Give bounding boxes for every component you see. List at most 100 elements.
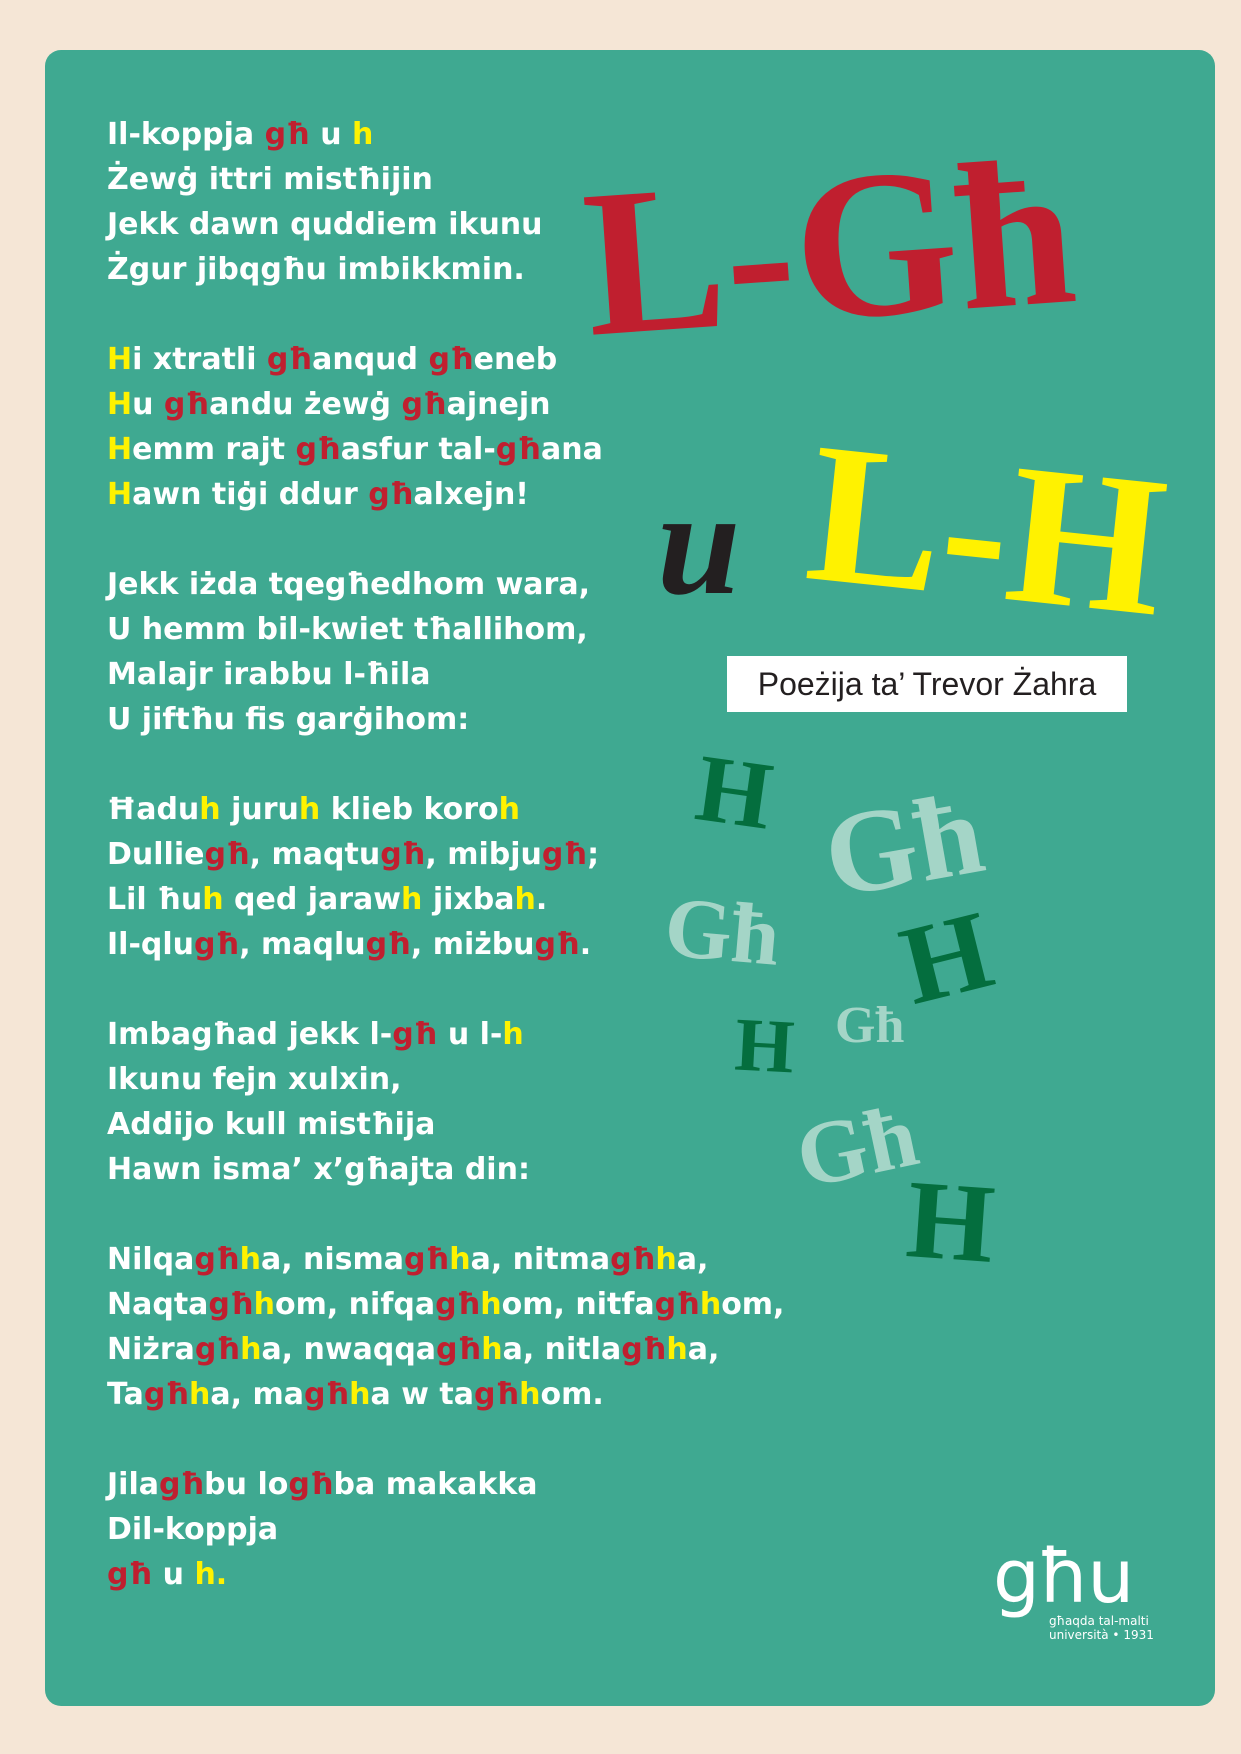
author-label: Poeżija ta’ Trevor Żahra bbox=[727, 656, 1127, 712]
poem-line: Tagħha, magħha w tagħhom. bbox=[107, 1372, 784, 1417]
decorative-letter-h: H bbox=[902, 1157, 999, 1287]
gh-letters: għ bbox=[534, 927, 580, 962]
h-letter: h bbox=[352, 117, 374, 152]
poem-text: a, nwaqqa bbox=[261, 1332, 437, 1367]
poem-text: om. bbox=[540, 1377, 604, 1412]
poem-text: a, bbox=[676, 1242, 709, 1277]
poem-text: anqud bbox=[312, 342, 429, 377]
gh-letters: għ bbox=[610, 1242, 656, 1277]
h-letter: h bbox=[253, 1287, 275, 1322]
poem-text: Naqta bbox=[107, 1287, 209, 1322]
h-letter: h bbox=[655, 1242, 677, 1277]
gh-letters: għ bbox=[435, 1287, 481, 1322]
poem-line: Addijo kull mistħija bbox=[107, 1102, 784, 1147]
title-gh: L-Għ bbox=[576, 115, 1083, 381]
gh-letters: għ bbox=[204, 837, 250, 872]
h-letter: h bbox=[449, 1242, 471, 1277]
decorative-letter-gh: Għ bbox=[787, 1085, 926, 1208]
poem-text: , miżbu bbox=[410, 927, 535, 962]
gh-letters: għ bbox=[303, 1377, 350, 1412]
gh-letters: għ bbox=[194, 1242, 240, 1277]
gh-letters: għ bbox=[654, 1287, 700, 1322]
poem-text: ana bbox=[540, 432, 603, 467]
poem-text: ba makakka bbox=[333, 1467, 538, 1502]
poem-text: andu żewġ bbox=[209, 387, 402, 422]
poem-stanza: Nilqagħha, nismagħha, nitmagħha, Naqtagħh… bbox=[107, 1237, 784, 1417]
poem-text: Lil ħu bbox=[107, 882, 203, 917]
poster-card: Il-koppja għ u h Żewġ ittri mistħijin Jekk… bbox=[45, 50, 1215, 1706]
h-letter: h bbox=[514, 882, 536, 917]
poem-text: om, nitfa bbox=[501, 1287, 655, 1322]
h-letter: h bbox=[189, 1377, 211, 1412]
poem-text: Jekk iżda tqegħedhom wara, bbox=[107, 567, 590, 602]
h-letter: h bbox=[298, 792, 321, 827]
poem-text: ajnejn bbox=[446, 387, 551, 422]
h-letter: h bbox=[240, 1332, 262, 1367]
gh-letters: għ bbox=[621, 1332, 667, 1367]
poem-text: a w ta bbox=[370, 1377, 474, 1412]
poem-text: alxejn! bbox=[413, 477, 529, 512]
decorative-letter-h: H bbox=[889, 887, 1004, 1029]
poem-text: i xtratli bbox=[132, 342, 267, 377]
gh-letters: għ bbox=[295, 432, 341, 467]
poem-text: Jila bbox=[107, 1467, 159, 1502]
poem-line: Jilagħbu logħba makakka bbox=[107, 1462, 784, 1507]
poem-text: Dullie bbox=[107, 837, 205, 872]
h-letter: H bbox=[107, 432, 133, 467]
poem-line: għ u h. bbox=[107, 1552, 784, 1597]
decorative-letter-h: H bbox=[732, 1002, 797, 1090]
poem-text: asfur tal- bbox=[340, 432, 496, 467]
gh-letters: għ bbox=[158, 1467, 205, 1502]
gh-letters: għ bbox=[163, 387, 210, 422]
poem-text: . bbox=[579, 927, 592, 962]
poem-text: Il-koppja bbox=[107, 117, 265, 152]
gh-letters: għ bbox=[404, 1242, 450, 1277]
title-h: L-H bbox=[798, 401, 1176, 659]
poem-line: Naqtagħhom, nifqagħhom, nitfagħhom, bbox=[107, 1282, 784, 1327]
poem-text: eneb bbox=[473, 342, 558, 377]
poem-text: a, nitla bbox=[502, 1332, 622, 1367]
poem-text: Żgur jibqgħu imbikkmin. bbox=[107, 252, 525, 287]
poem-text: a, nisma bbox=[260, 1242, 405, 1277]
poem-line: Niżragħha, nwaqqagħha, nitlagħha, bbox=[107, 1327, 784, 1372]
gh-letters: għ bbox=[380, 837, 426, 872]
gh-letters: għ bbox=[495, 432, 541, 467]
poem-text: Hawn isma’ x’għajta din: bbox=[107, 1152, 530, 1187]
logo-line-1: għaqda tal-malti bbox=[1049, 1614, 1149, 1628]
gh-letters: għ bbox=[541, 837, 588, 872]
decorative-letter-gh: Għ bbox=[835, 997, 905, 1054]
h-letter: h bbox=[239, 1242, 261, 1277]
h-letter: h bbox=[349, 1377, 371, 1412]
poem-text: bu lo bbox=[204, 1467, 289, 1502]
poem-text: u bbox=[132, 387, 164, 422]
poem-text: om, bbox=[721, 1287, 785, 1322]
gh-letters: għ bbox=[194, 927, 240, 962]
poem-text: Jekk dawn quddiem ikunu bbox=[107, 207, 543, 242]
poem-line: U jiftħu fis garġihom: bbox=[107, 697, 784, 742]
poem-text: Nilqa bbox=[107, 1242, 195, 1277]
logo-mark: għu bbox=[993, 1534, 1134, 1620]
poem-text: u bbox=[152, 1557, 195, 1592]
poem-text: Dil-koppja bbox=[107, 1512, 279, 1547]
title-u: u bbox=[657, 460, 741, 626]
h-letter: h bbox=[502, 1017, 524, 1052]
poem-text: a, nitma bbox=[470, 1242, 611, 1277]
h-letter: H bbox=[107, 342, 133, 377]
poem-line: Dil-koppja bbox=[107, 1507, 784, 1552]
gh-letters: għ bbox=[392, 1017, 438, 1052]
poem-text: ; bbox=[587, 837, 600, 872]
h-letter: H bbox=[107, 477, 133, 512]
poem-text: Niżra bbox=[107, 1332, 195, 1367]
poem-text: qed jaraw bbox=[223, 882, 402, 917]
poem-text: Ħadu bbox=[107, 792, 200, 827]
poem-line: Ħaduh juruh klieb koroh bbox=[107, 787, 784, 832]
poem-text: Il-qlu bbox=[107, 927, 195, 962]
gh-letters: għ bbox=[143, 1377, 190, 1412]
poem-line: Ikunu fejn xulxin, bbox=[107, 1057, 784, 1102]
h-letter: h bbox=[480, 1287, 502, 1322]
gh-letters: għ bbox=[368, 477, 414, 512]
poem-text: Addijo kull mistħija bbox=[107, 1107, 436, 1142]
poem-line: Malajr irabbu l-ħila bbox=[107, 652, 784, 697]
gh-letters: għ bbox=[436, 1332, 482, 1367]
gh-letters: għ bbox=[473, 1377, 520, 1412]
